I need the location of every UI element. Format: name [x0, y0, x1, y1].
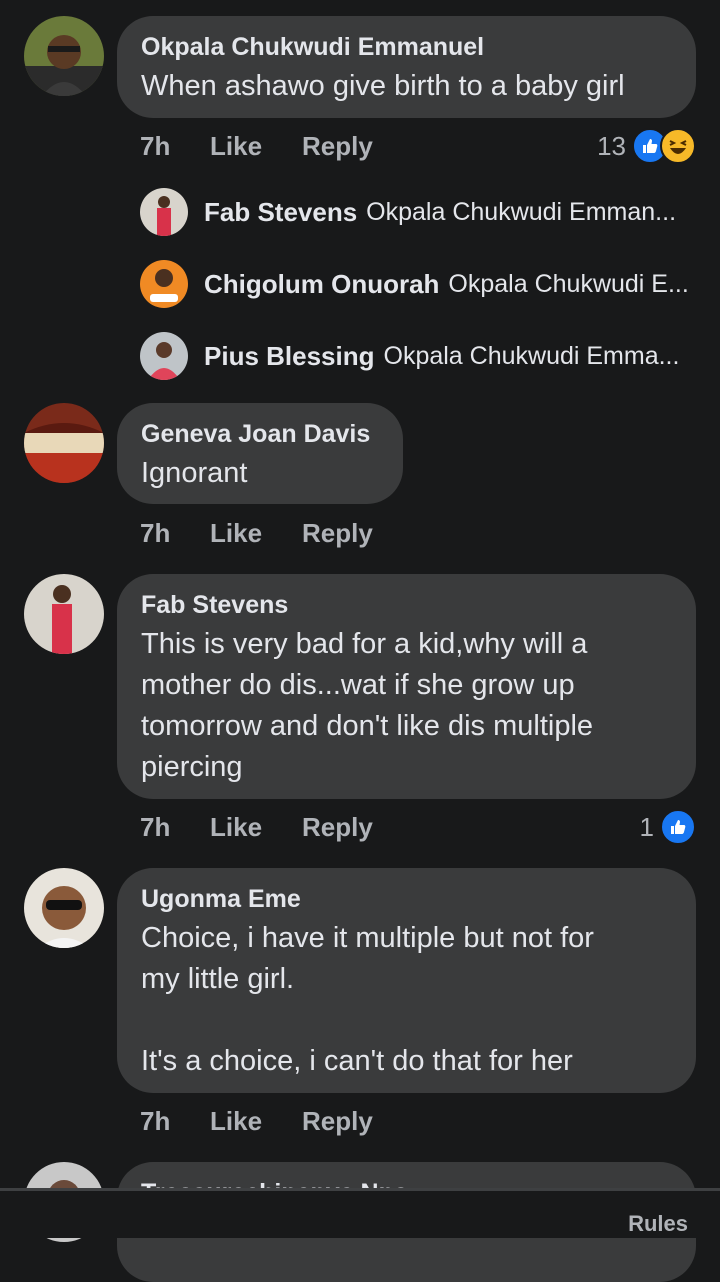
like-button[interactable]: Like [210, 518, 302, 549]
avatar[interactable] [24, 403, 104, 483]
reaction-count: 13 [597, 130, 626, 161]
avatar[interactable] [140, 332, 188, 380]
reply-button[interactable]: Reply [302, 1106, 373, 1137]
comment-text: Choice, i have it multiple but not for m… [141, 922, 594, 1077]
comment-time[interactable]: 7h [140, 812, 210, 843]
like-icon [660, 809, 696, 845]
footer-bar: Rules [0, 1188, 720, 1238]
like-button[interactable]: Like [210, 812, 302, 843]
avatar[interactable] [140, 188, 188, 236]
comment-bubble: Fab Stevens This is very bad for a kid,w… [117, 574, 696, 799]
comment-text: This is very bad for a kid,why will a mo… [141, 628, 594, 783]
like-button[interactable]: Like [210, 1106, 302, 1137]
comment-time[interactable]: 7h [140, 518, 210, 549]
reply-preview[interactable]: Pius Blessing Okpala Chukwudi Emma... [140, 330, 679, 382]
rules-link[interactable]: Rules [628, 1211, 688, 1237]
reaction-summary[interactable]: 1 [640, 807, 696, 847]
reply-text: Okpala Chukwudi Emma... [383, 341, 680, 370]
comment-author[interactable]: Ugonma Eme [141, 884, 672, 914]
comment-bubble: Okpala Chukwudi Emmanuel When ashawo giv… [117, 16, 696, 118]
avatar[interactable] [24, 16, 104, 96]
reaction-summary[interactable]: 13 [597, 126, 696, 166]
comment-text: Ignorant [141, 457, 248, 489]
avatar[interactable] [24, 574, 104, 654]
reply-preview[interactable]: Chigolum Onuorah Okpala Chukwudi E... [140, 258, 689, 310]
reply-author[interactable]: Fab Stevens [204, 197, 357, 228]
reply-text: Okpala Chukwudi Emman... [366, 197, 677, 226]
comment-bubble: Geneva Joan Davis Ignorant [117, 403, 403, 504]
reply-button[interactable]: Reply [302, 131, 373, 162]
reply-author[interactable]: Pius Blessing [204, 341, 375, 372]
reply-author[interactable]: Chigolum Onuorah [204, 269, 439, 300]
comment-bubble: Ugonma Eme Choice, i have it multiple bu… [117, 868, 696, 1093]
comment-author[interactable]: Fab Stevens [141, 590, 672, 620]
comment-time[interactable]: 7h [140, 1106, 210, 1137]
avatar[interactable] [140, 260, 188, 308]
comment-time[interactable]: 7h [140, 131, 210, 162]
avatar[interactable] [24, 868, 104, 948]
comment-author[interactable]: Geneva Joan Davis [141, 419, 379, 449]
reply-button[interactable]: Reply [302, 518, 373, 549]
reply-text: Okpala Chukwudi E... [448, 269, 689, 298]
reply-preview[interactable]: Fab Stevens Okpala Chukwudi Emman... [140, 186, 676, 238]
comment-actions: 7h Like Reply [140, 126, 373, 166]
reaction-count: 1 [639, 811, 654, 842]
haha-icon [660, 128, 696, 164]
comment-actions: 7h Like Reply [140, 807, 373, 847]
like-button[interactable]: Like [210, 131, 302, 162]
comment-text: When ashawo give birth to a baby girl [141, 70, 625, 102]
reply-button[interactable]: Reply [302, 812, 373, 843]
comment-author[interactable]: Okpala Chukwudi Emmanuel [141, 32, 672, 62]
comment-actions: 7h Like Reply [140, 513, 373, 553]
comment-actions: 7h Like Reply [140, 1101, 373, 1141]
